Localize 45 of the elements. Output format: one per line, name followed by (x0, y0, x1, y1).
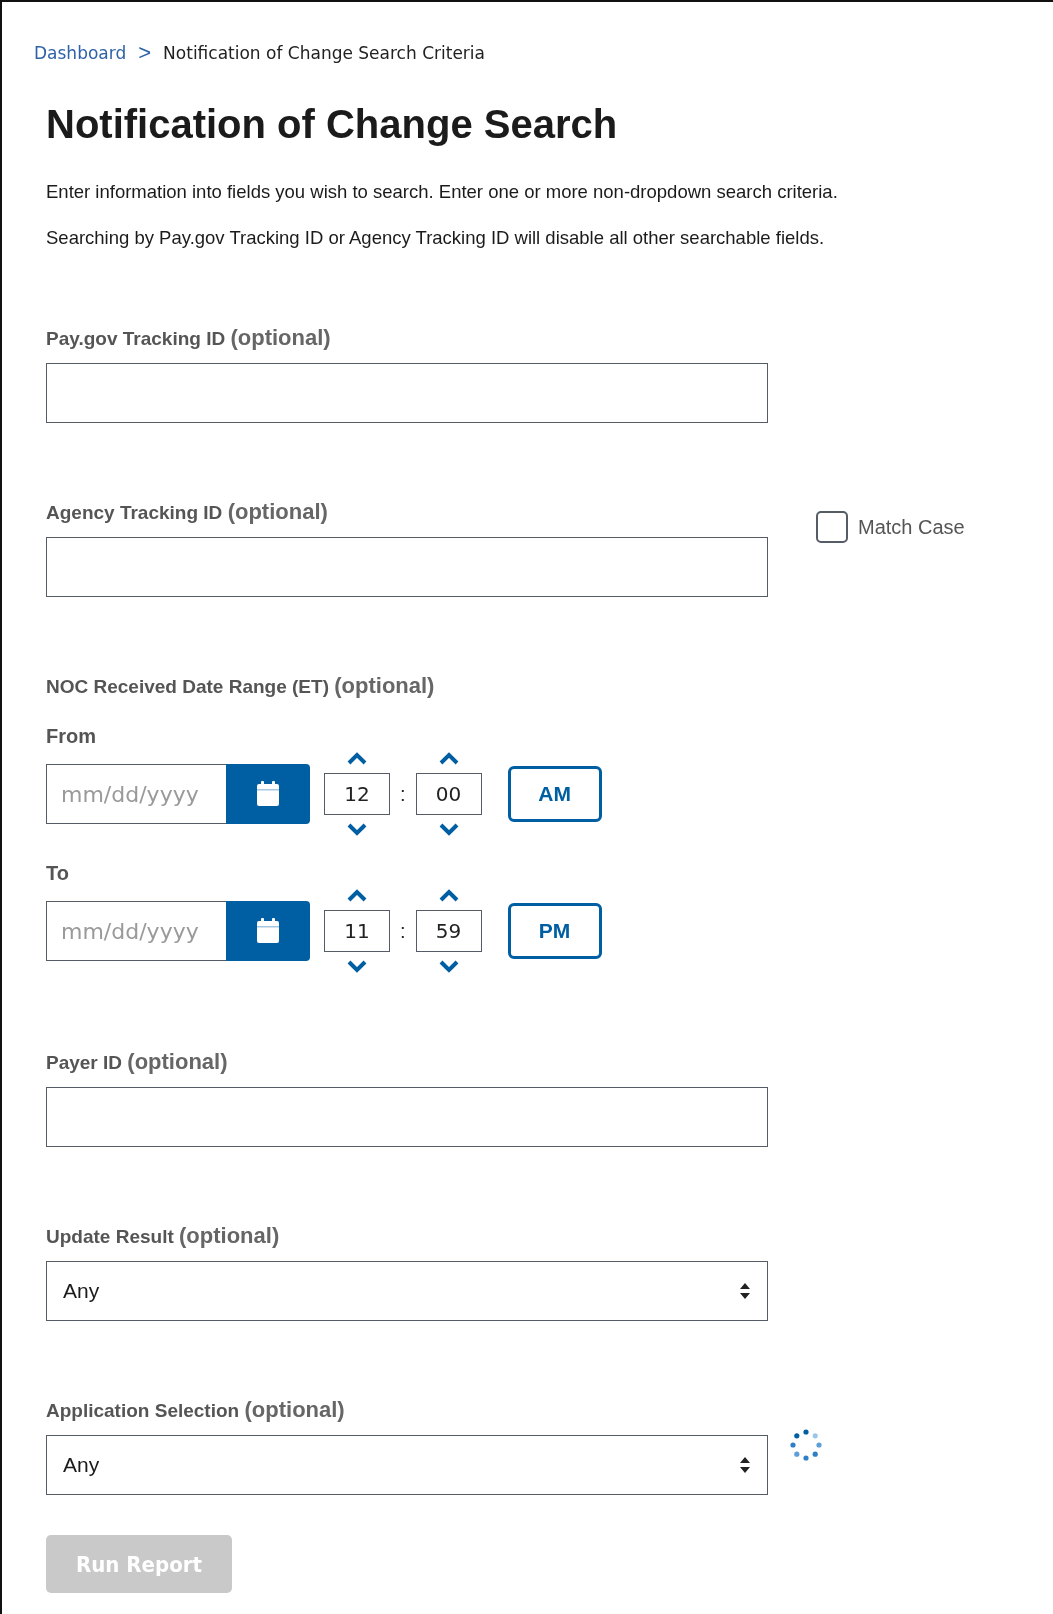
breadcrumb-link[interactable]: Dashboard (34, 43, 127, 63)
date-field[interactable]: mm/dd/yyyy (46, 901, 226, 961)
minute-field[interactable]: 59 (415, 910, 482, 952)
increment-icon[interactable] (347, 889, 367, 902)
calendar-button[interactable] (226, 764, 310, 824)
am-pm-toggle[interactable]: AM (507, 766, 602, 822)
text-field[interactable] (46, 1087, 768, 1147)
date-field[interactable]: mm/dd/yyyy (46, 764, 226, 824)
decrement-icon[interactable] (347, 960, 367, 973)
hour-field[interactable]: 12 (324, 773, 390, 815)
increment-icon[interactable] (438, 889, 459, 902)
decrement-icon[interactable] (438, 960, 459, 973)
dropdown[interactable]: Any (46, 1261, 768, 1321)
breadcrumb-current: Notification of Change Search Criteria (163, 43, 485, 63)
hour-field[interactable]: 11 (324, 910, 390, 952)
increment-icon[interactable] (438, 752, 459, 765)
instruction-text: Searching by Pay.gov Tracking ID or Agency Tracking ID will disable all other searchable fields. (46, 227, 826, 249)
checkbox-label: Match Case (858, 515, 965, 539)
time-separator: : (400, 919, 406, 943)
field-label: Application Selection (optional) (46, 1397, 346, 1423)
decrement-icon[interactable] (438, 823, 459, 836)
field-label: NOC Received Date Range (ET) (optional) (46, 673, 436, 699)
date-label: To (46, 862, 70, 885)
page-title: Notification of Change Search (46, 102, 619, 147)
sort-icon (739, 1456, 751, 1474)
breadcrumb-separator: > (138, 40, 152, 66)
field-label: Pay.gov Tracking ID (optional) (46, 325, 332, 351)
field-label: Payer ID (optional) (46, 1049, 229, 1075)
calendar-button[interactable] (226, 901, 310, 961)
field-label: Update Result (optional) (46, 1223, 281, 1249)
dropdown[interactable]: Any (46, 1435, 768, 1495)
time-separator: : (400, 782, 406, 806)
text-field[interactable] (46, 537, 768, 597)
decrement-icon[interactable] (347, 823, 367, 836)
minute-field[interactable]: 00 (415, 773, 482, 815)
calendar-icon (256, 781, 280, 807)
instruction-text: Enter information into fields you wish to search. Enter one or more non-dropdown search criteria. (46, 181, 839, 203)
date-label: From (46, 725, 97, 748)
checkbox[interactable] (816, 511, 848, 543)
increment-icon[interactable] (347, 752, 367, 765)
am-pm-toggle[interactable]: PM (507, 903, 602, 959)
text-field[interactable] (46, 363, 768, 423)
sort-icon (739, 1282, 751, 1300)
field-label: Agency Tracking ID (optional) (46, 499, 329, 525)
calendar-icon (256, 918, 280, 944)
